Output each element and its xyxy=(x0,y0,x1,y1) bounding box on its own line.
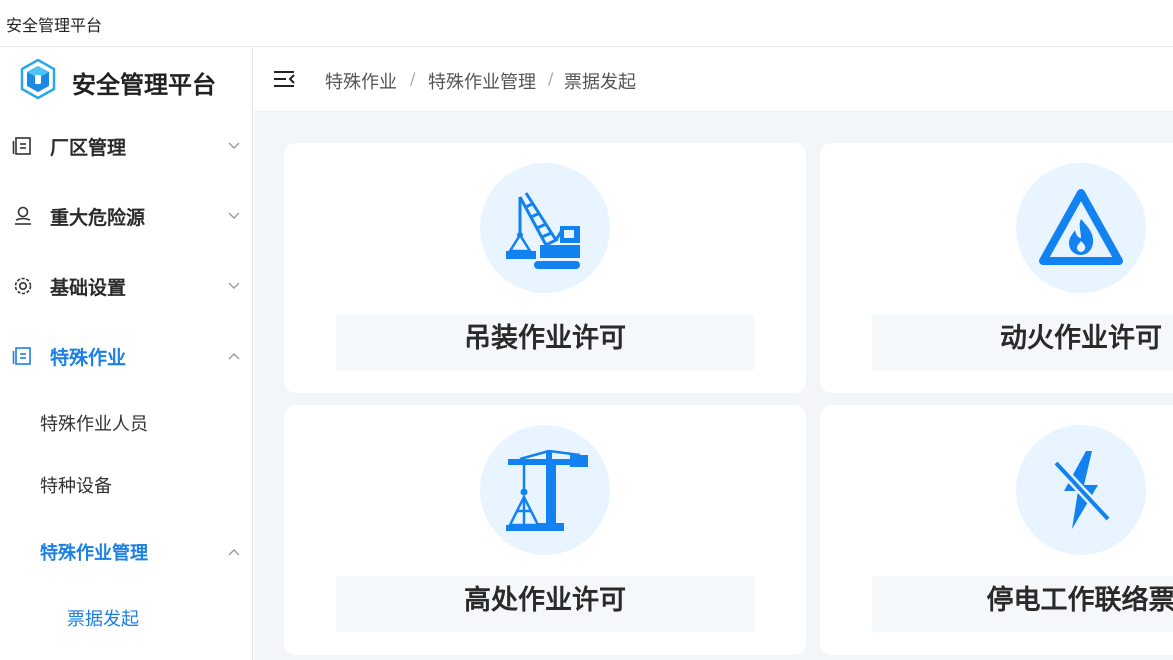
breadcrumb-current: 票据发起 xyxy=(564,72,636,93)
card-title: 动火作业许可 xyxy=(1000,323,1162,354)
document-icon xyxy=(12,137,31,155)
icon-circle xyxy=(1016,163,1146,293)
crane-icon xyxy=(506,192,580,269)
breadcrumb-separator: / xyxy=(410,69,416,88)
menu-label: 重大危险源 xyxy=(50,207,146,229)
sidebar-item-special-personnel[interactable]: 特殊作业人员 xyxy=(0,398,252,448)
leaf-label: 票据发起 xyxy=(67,609,139,630)
logo-icon xyxy=(20,59,56,99)
document-icon xyxy=(12,347,31,365)
gear-icon xyxy=(14,277,32,295)
card-title: 吊装作业许可 xyxy=(464,323,626,354)
brand-name: 安全管理平台 xyxy=(72,71,216,99)
menu-label: 厂区管理 xyxy=(50,137,127,159)
sidebar-item-special-equipment[interactable]: 特种设备 xyxy=(0,460,252,510)
chevron-up-icon xyxy=(228,353,240,360)
main-content: 吊装作业许可 动火作业许可 高处作业许可 停电工作联络票 xyxy=(254,112,1173,660)
chevron-down-icon xyxy=(228,282,240,289)
fire-warning-icon xyxy=(1039,189,1123,265)
submenu-label: 特种设备 xyxy=(40,476,112,497)
sidebar-item-ticket-initiation[interactable]: 票据发起 xyxy=(0,593,252,643)
menu-item-basic-settings[interactable]: 基础设置 xyxy=(0,258,252,314)
menu-item-plant-area[interactable]: 厂区管理 xyxy=(0,118,252,174)
card-lifting-permit[interactable]: 吊装作业许可 xyxy=(284,143,806,393)
power-off-icon xyxy=(1050,451,1114,529)
menu-item-major-hazard[interactable]: 重大危险源 xyxy=(0,188,252,244)
chevron-up-icon xyxy=(228,549,240,556)
icon-circle xyxy=(480,425,610,555)
card-power-outage-ticket[interactable]: 停电工作联络票 xyxy=(820,405,1173,655)
menu-item-special-work[interactable]: 特殊作业 xyxy=(0,328,252,384)
sidebar-item-special-work-management[interactable]: 特殊作业管理 xyxy=(0,527,252,577)
submenu-label: 特殊作业人员 xyxy=(40,414,148,435)
breadcrumb-item[interactable]: 特殊作业管理 xyxy=(428,68,536,94)
breadcrumb-separator: / xyxy=(548,69,554,88)
window-titlebar: 安全管理平台 xyxy=(0,0,1173,47)
card-title: 高处作业许可 xyxy=(464,585,626,616)
menu-label: 基础设置 xyxy=(50,277,127,299)
sidebar: 安全管理平台 厂区管理 重大危险源 基础设置 特殊作业 特殊作业人员 特种设备 … xyxy=(0,48,253,660)
breadcrumb-item[interactable]: 特殊作业 xyxy=(325,68,397,94)
card-height-work-permit[interactable]: 高处作业许可 xyxy=(284,405,806,655)
chevron-down-icon xyxy=(228,212,240,219)
card-hot-work-permit[interactable]: 动火作业许可 xyxy=(820,143,1173,393)
person-icon xyxy=(15,206,31,225)
menu-fold-icon[interactable] xyxy=(272,68,296,90)
chevron-down-icon xyxy=(228,142,240,149)
window-title: 安全管理平台 xyxy=(6,16,103,35)
icon-circle xyxy=(480,163,610,293)
icon-circle xyxy=(1016,425,1146,555)
menu-label: 特殊作业 xyxy=(50,347,127,369)
top-header: 特殊作业 / 特殊作业管理 / 票据发起 xyxy=(254,48,1173,112)
brand[interactable]: 安全管理平台 xyxy=(0,48,252,112)
tower-crane-icon xyxy=(506,449,588,531)
card-title: 停电工作联络票 xyxy=(986,585,1173,616)
submenu-label: 特殊作业管理 xyxy=(40,543,148,564)
